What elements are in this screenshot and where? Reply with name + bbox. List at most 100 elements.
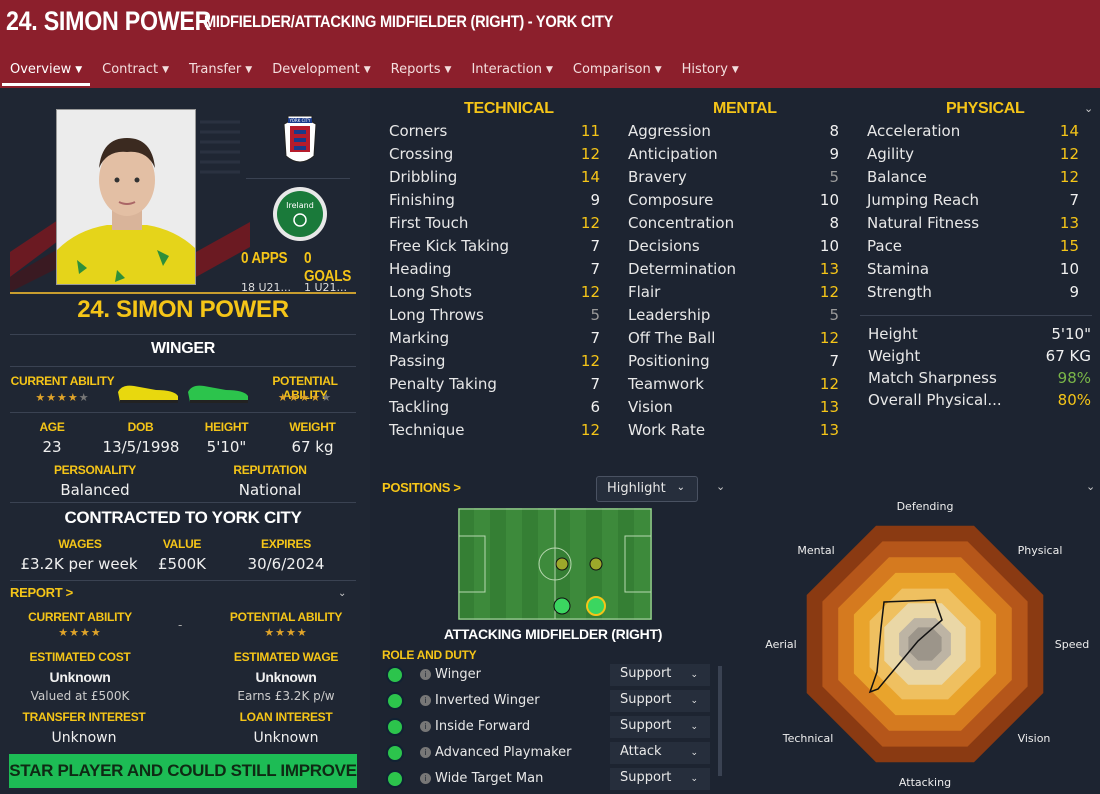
chevron-down-icon: ⌄ <box>690 774 698 784</box>
attribute-value: 7 <box>590 329 600 347</box>
estimated-wage-value: Unknown <box>255 669 317 685</box>
star-player-banner: STAR PLAYER AND COULD STILL IMPROVE <box>9 754 357 788</box>
attribute-name: Crossing <box>389 145 454 163</box>
report-dash: - <box>178 618 183 632</box>
chevron-down-icon[interactable]: ⌄ <box>1084 102 1093 115</box>
chevron-down-icon[interactable]: ⌄ <box>338 588 346 599</box>
info-icon[interactable]: i <box>420 695 431 706</box>
role-row[interactable]: i Inside Forward Support ⌄ <box>382 716 722 740</box>
dob-value: 13/5/1998 <box>102 438 180 456</box>
chevron-down-icon: ⌄ <box>690 696 698 706</box>
tab-transfer[interactable]: Transfer ▼ <box>179 56 262 88</box>
tab-development[interactable]: Development ▼ <box>262 56 380 88</box>
star-icon: ★★★ <box>264 626 297 639</box>
attribute-value: 10 <box>819 237 839 255</box>
tab-interaction[interactable]: Interaction ▼ <box>461 56 562 88</box>
attribute-value: 9 <box>1069 283 1079 301</box>
physical-stat-value: 67 KG <box>1045 347 1091 365</box>
attribute-name: Aggression <box>628 122 711 140</box>
spider-ring <box>908 627 942 661</box>
report-link[interactable]: REPORT > <box>10 585 73 600</box>
duty-select[interactable]: Support ⌄ <box>610 664 710 686</box>
chevron-down-icon[interactable]: ⌄ <box>716 480 725 493</box>
page-title: 24. SIMON POWER <box>6 6 212 36</box>
attribute-name: Dribbling <box>389 168 458 186</box>
duty-select[interactable]: Attack ⌄ <box>610 742 710 764</box>
info-icon[interactable]: i <box>420 669 431 680</box>
physical-stat-value: 98% <box>1057 369 1091 387</box>
attribute-name: Passing <box>389 352 446 370</box>
attribute-name: Penalty Taking <box>389 375 497 393</box>
star-icon: ★★★ <box>35 391 68 404</box>
info-icon[interactable]: i <box>420 773 431 784</box>
star-half-icon: ★ <box>310 391 322 404</box>
attribute-value: 12 <box>580 283 600 301</box>
divider <box>10 292 356 294</box>
dob-label: DOB <box>127 420 154 434</box>
attribute-name: Heading <box>389 260 452 278</box>
duty-select[interactable]: Support ⌄ <box>610 690 710 712</box>
position-dot <box>553 597 571 615</box>
info-icon[interactable]: i <box>420 721 431 732</box>
role-name: Wide Target Man <box>435 771 544 786</box>
chevron-down-icon: ▼ <box>162 64 169 75</box>
height-value: 5'10" <box>206 438 247 456</box>
attribute-value: 9 <box>590 191 600 209</box>
duty-label: Attack <box>620 744 662 759</box>
attribute-name: Natural Fitness <box>867 214 980 232</box>
role-row[interactable]: i Winger Support ⌄ <box>382 664 722 688</box>
tab-overview[interactable]: Overview ▼ <box>0 56 92 88</box>
mental-header: MENTAL <box>713 100 777 117</box>
attribute-value: 7 <box>1069 191 1079 209</box>
chevron-down-icon: ⌄ <box>690 670 698 680</box>
duty-label: Support <box>620 692 672 707</box>
age-value: 23 <box>42 438 62 456</box>
technical-header: TECHNICAL <box>464 100 554 117</box>
weight-label: WEIGHT <box>289 420 336 434</box>
attribute-spider-panel: ⌄ Defending Physical Speed Vision Attack… <box>740 468 1100 790</box>
club-crest-icon[interactable]: YORK CITY <box>250 112 350 172</box>
attribute-name: Determination <box>628 260 737 278</box>
attribute-value: 8 <box>829 214 839 232</box>
tab-label: Reports <box>390 62 441 77</box>
attribute-name: Concentration <box>628 214 735 232</box>
duty-select[interactable]: Support ⌄ <box>610 768 710 790</box>
attribute-name: Acceleration <box>867 122 961 140</box>
scrollbar[interactable] <box>718 666 722 776</box>
highlight-select[interactable]: Highlight ⌄ <box>596 476 698 502</box>
attribute-value: 7 <box>590 375 600 393</box>
tab-history[interactable]: History ▼ <box>672 56 749 88</box>
attribute-name: Strength <box>867 283 932 301</box>
role-row[interactable]: i Inverted Winger Support ⌄ <box>382 690 722 714</box>
wages-label: WAGES <box>58 537 102 551</box>
positions-link[interactable]: POSITIONS > <box>382 480 461 495</box>
attribute-value: 5 <box>829 306 839 324</box>
nation-crest-icon[interactable]: Ireland <box>250 184 350 244</box>
tab-comparison[interactable]: Comparison ▼ <box>563 56 672 88</box>
role-row[interactable]: i Wide Target Man Support ⌄ <box>382 768 722 792</box>
apps-count: 0 APPS <box>241 250 288 267</box>
role-duty-title: ROLE AND DUTY <box>382 648 477 662</box>
role-row[interactable]: i Advanced Playmaker Attack ⌄ <box>382 742 722 766</box>
position-dot-selected <box>586 596 606 616</box>
chevron-down-icon: ⌄ <box>690 722 698 732</box>
role-suitability-icon <box>386 718 404 736</box>
pitch-diagram[interactable] <box>458 508 652 620</box>
duty-label: Support <box>620 770 672 785</box>
attribute-name: Corners <box>389 122 448 140</box>
goals-sub: 1 U21... <box>304 281 348 292</box>
tab-contract[interactable]: Contract ▼ <box>92 56 179 88</box>
attribute-name: Off The Ball <box>628 329 716 347</box>
club-nation-column: YORK CITY Ireland 0 APPS 0 GOALS 18 U21.… <box>241 112 351 292</box>
info-icon[interactable]: i <box>420 747 431 758</box>
reputation-label: REPUTATION <box>233 463 307 477</box>
tab-reports[interactable]: Reports ▼ <box>381 56 462 88</box>
chevron-down-icon[interactable]: ⌄ <box>1086 480 1095 493</box>
star-half-icon: ★ <box>67 391 79 404</box>
physical-stat-name: Match Sharpness <box>868 369 997 387</box>
attribute-value: 12 <box>580 214 600 232</box>
expires-value: 30/6/2024 <box>247 555 325 573</box>
duty-select[interactable]: Support ⌄ <box>610 716 710 738</box>
attribute-value: 12 <box>819 329 839 347</box>
spider-label: Physical <box>1018 544 1063 557</box>
